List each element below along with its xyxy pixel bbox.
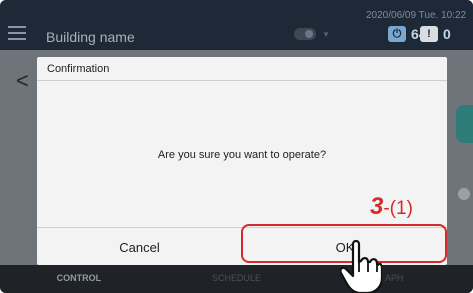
side-indicator-icon — [458, 188, 470, 200]
cancel-button[interactable]: Cancel — [37, 228, 242, 266]
step-suffix: -(1) — [383, 198, 413, 219]
step-callout: 3-(1) — [370, 193, 413, 221]
dialog-message: Are you sure you want to operate? — [157, 149, 327, 161]
building-name: Building name — [46, 29, 135, 45]
top-bar: Building name 2020/06/09 Tue. 10:22 ▼ ⏻ … — [0, 0, 473, 50]
step-number: 3 — [370, 193, 384, 220]
toggle-icon[interactable] — [294, 28, 316, 40]
menu-icon[interactable] — [8, 26, 26, 40]
side-panel-tab — [456, 105, 473, 143]
tab-control[interactable]: CONTROL — [0, 265, 158, 293]
dialog-title: Confirmation — [37, 57, 447, 81]
tab-graph[interactable]: APH — [315, 265, 473, 293]
caret-down-icon[interactable]: ▼ — [322, 30, 330, 39]
back-arrow-icon[interactable]: < — [16, 70, 29, 92]
hand-pointer-icon — [340, 239, 382, 293]
datetime: 2020/06/09 Tue. 10:22 — [366, 10, 467, 21]
power-icon: ⏻ — [388, 26, 406, 42]
warning-icon — [420, 26, 438, 42]
tab-schedule[interactable]: SCHEDULE — [158, 265, 316, 293]
warning-count: 0 — [443, 26, 451, 42]
bottom-tab-bar: CONTROL SCHEDULE APH — [0, 265, 473, 293]
